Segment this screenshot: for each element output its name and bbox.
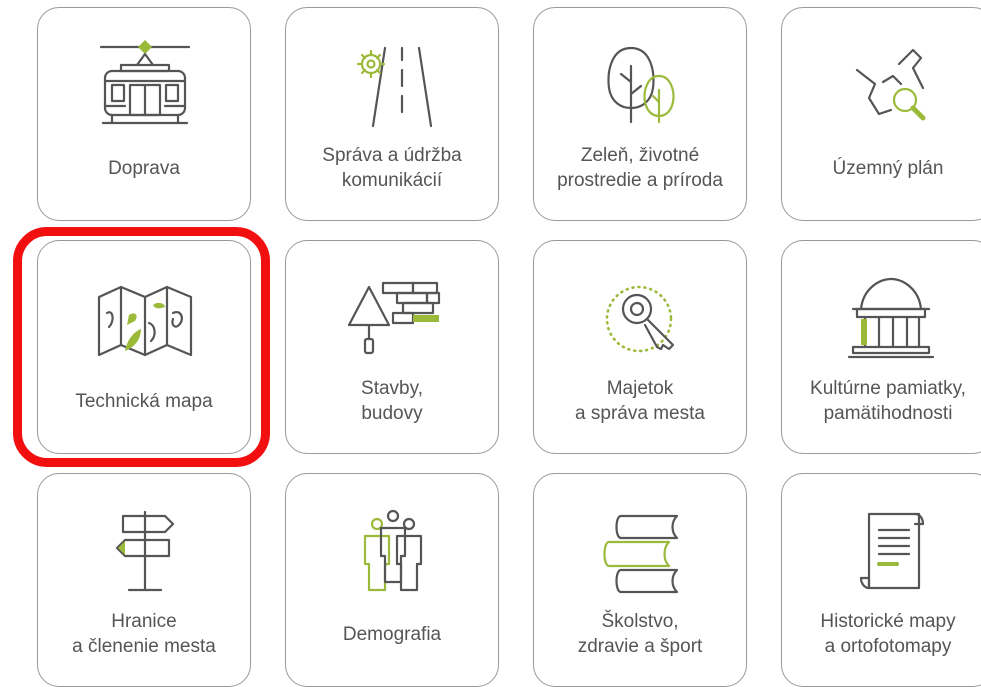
road-gear-icon	[333, 36, 453, 128]
tile-majetok[interactable]: Majetok a správa mesta	[533, 240, 747, 454]
tile-hranice[interactable]: Hranice a členenie mesta	[37, 473, 251, 687]
tile-label: Stavby, budovy	[361, 378, 423, 424]
tile-demografia[interactable]: Demografia	[285, 473, 499, 687]
folded-map-icon	[85, 269, 205, 361]
trees-icon	[581, 36, 701, 128]
signpost-icon	[85, 502, 205, 594]
tram-icon	[85, 36, 205, 128]
tile-label: Zeleň, životné prostredie a príroda	[557, 145, 723, 191]
tile-label: Historické mapy a ortofotomapy	[820, 611, 956, 657]
tile-historicke-mapy[interactable]: Historické mapy a ortofotomapy	[781, 473, 981, 687]
tile-label: Hranice a členenie mesta	[72, 611, 216, 657]
tile-sprava-udrzba[interactable]: Správa a údržba komunikácií	[285, 7, 499, 221]
tile-label: Demografia	[342, 623, 442, 645]
tile-doprava[interactable]: Doprava	[37, 7, 251, 221]
bricks-trowel-icon	[333, 269, 453, 361]
people-icon	[333, 502, 453, 594]
tile-label: Technická mapa	[75, 390, 213, 412]
tile-label: Správa a údržba komunikácií	[322, 145, 462, 191]
books-icon	[581, 502, 701, 594]
tile-label: Doprava	[108, 157, 180, 179]
tile-label: Školstvo, zdravie a šport	[577, 611, 703, 657]
tile-label: Územný plán	[832, 157, 944, 179]
tile-label: Kultúrne pamiatky, pamätihodnosti	[810, 378, 966, 424]
map-magnifier-icon	[829, 36, 949, 128]
tile-stavby[interactable]: Stavby, budovy	[285, 240, 499, 454]
scroll-icon	[829, 502, 949, 594]
tile-uzemny-plan[interactable]: Územný plán	[781, 7, 981, 221]
key-icon	[581, 269, 701, 361]
tile-zelen[interactable]: Zeleň, životné prostredie a príroda	[533, 7, 747, 221]
tile-technicka-mapa[interactable]: Technická mapa	[37, 240, 251, 454]
tile-kulturne-pamiatky[interactable]: Kultúrne pamiatky, pamätihodnosti	[781, 240, 981, 454]
tile-label: Majetok a správa mesta	[575, 378, 705, 424]
temple-icon	[829, 269, 949, 361]
tile-skolstvo[interactable]: Školstvo, zdravie a šport	[533, 473, 747, 687]
